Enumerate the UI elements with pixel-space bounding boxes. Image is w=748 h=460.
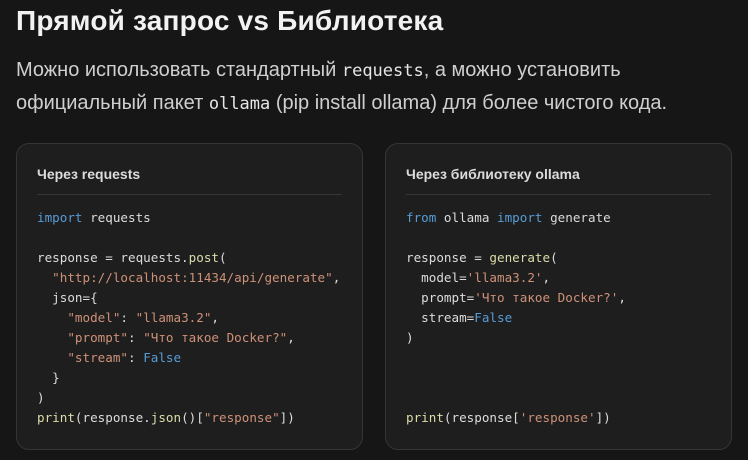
code-token-plain: , bbox=[287, 330, 295, 345]
code-token-plain: } bbox=[37, 370, 60, 385]
code-token-plain: : bbox=[128, 350, 144, 365]
ollama-card-divider bbox=[406, 194, 711, 195]
code-token-plain: , bbox=[211, 310, 220, 325]
code-token-plain: : bbox=[128, 330, 144, 345]
description-code-requests: requests bbox=[341, 61, 424, 81]
page-title: Прямой запрос vs Библиотека bbox=[16, 5, 444, 36]
code-token-plain: model= bbox=[406, 270, 467, 285]
code-token-plain: requests bbox=[82, 210, 151, 225]
code-line: "model": "llama3.2", bbox=[37, 308, 340, 328]
code-line: ) bbox=[406, 328, 626, 348]
code-token-plain: ) bbox=[406, 330, 414, 345]
page-description: Можно использовать стандартный requests,… bbox=[16, 54, 732, 120]
description-code-ollama: ollama bbox=[208, 94, 271, 114]
code-token-plain: , bbox=[332, 270, 341, 285]
code-line: import requests bbox=[37, 208, 340, 228]
code-token-plain: generate bbox=[542, 210, 611, 225]
ollama-code-block: from ollama import generate response = ge… bbox=[406, 208, 626, 428]
code-token-str: "model" bbox=[67, 310, 121, 325]
code-line: "http://localhost:11434/api/generate", bbox=[37, 268, 340, 288]
code-token-plain: response = requests. bbox=[37, 250, 189, 265]
code-token-plain: prompt= bbox=[406, 290, 475, 305]
code-token-key: import bbox=[37, 210, 83, 225]
code-token-key: import bbox=[497, 210, 543, 225]
code-token-fn: generate bbox=[489, 250, 551, 265]
code-token-str: 'response' bbox=[519, 410, 596, 425]
code-token-str: "Что такое Docker?" bbox=[143, 330, 288, 345]
code-token-plain: ]) bbox=[279, 410, 295, 425]
code-token-plain: json={ bbox=[37, 290, 98, 305]
code-line: print(response.json()["response"]) bbox=[37, 408, 340, 428]
code-line: "stream": False bbox=[37, 348, 340, 368]
code-token-plain: response = bbox=[406, 250, 490, 265]
code-token-str: "response" bbox=[203, 410, 280, 425]
code-line: model='llama3.2', bbox=[406, 268, 626, 288]
ollama-card-title: Через библиотеку ollama bbox=[406, 166, 580, 182]
code-token-plain: (response. bbox=[74, 410, 151, 425]
code-token-str: 'Что такое Docker?' bbox=[474, 290, 619, 305]
code-line: json={ bbox=[37, 288, 340, 308]
code-token-str: "stream" bbox=[67, 350, 129, 365]
requests-card: Через requests import requests response =… bbox=[16, 143, 363, 450]
code-line: from ollama import generate bbox=[406, 208, 626, 228]
code-line: response = requests.post( bbox=[37, 248, 340, 268]
code-line: ) bbox=[37, 388, 340, 408]
code-line: response = generate( bbox=[406, 248, 626, 268]
code-token-fn: post bbox=[188, 250, 219, 265]
code-line: prompt='Что такое Docker?', bbox=[406, 288, 626, 308]
ollama-card: Через библиотеку ollama from ollama impo… bbox=[385, 143, 732, 450]
code-token-plain: : bbox=[120, 310, 136, 325]
code-token-plain: ( bbox=[219, 250, 227, 265]
code-token-str: "http://localhost:11434/api/generate" bbox=[52, 270, 333, 285]
code-line: } bbox=[37, 368, 340, 388]
requests-card-divider bbox=[37, 194, 342, 195]
code-token-plain: , bbox=[542, 270, 551, 285]
description-text-3: (pip install ollama) для более чистого к… bbox=[270, 92, 668, 114]
code-token-plain: ollama bbox=[436, 210, 498, 225]
code-token-str: "llama3.2" bbox=[135, 310, 212, 325]
code-token-bool: False bbox=[474, 310, 513, 325]
description-text-1: Можно использовать стандартный bbox=[16, 59, 342, 81]
code-token-bool: False bbox=[143, 350, 182, 365]
code-token-plain: , bbox=[618, 290, 626, 305]
code-line: print(response['response']) bbox=[406, 408, 626, 428]
code-token-key: from bbox=[406, 210, 437, 225]
code-token-plain: (response[ bbox=[443, 410, 520, 425]
code-token-plain: ) bbox=[37, 390, 45, 405]
code-token-fn: json bbox=[150, 410, 182, 425]
code-token-plain: stream= bbox=[406, 310, 475, 325]
code-token-fn: print bbox=[406, 410, 444, 425]
code-token-str: 'llama3.2' bbox=[466, 270, 543, 285]
code-token-plain: ]) bbox=[595, 410, 611, 425]
code-token-plain: ( bbox=[550, 250, 558, 265]
code-line: "prompt": "Что такое Docker?", bbox=[37, 328, 340, 348]
code-line: stream=False bbox=[406, 308, 626, 328]
code-token-fn: print bbox=[37, 410, 75, 425]
code-token-str: "prompt" bbox=[67, 330, 129, 345]
requests-code-block: import requests response = requests.post(… bbox=[37, 208, 340, 428]
code-token-plain: ()[ bbox=[181, 410, 204, 425]
requests-card-title: Через requests bbox=[37, 166, 141, 182]
